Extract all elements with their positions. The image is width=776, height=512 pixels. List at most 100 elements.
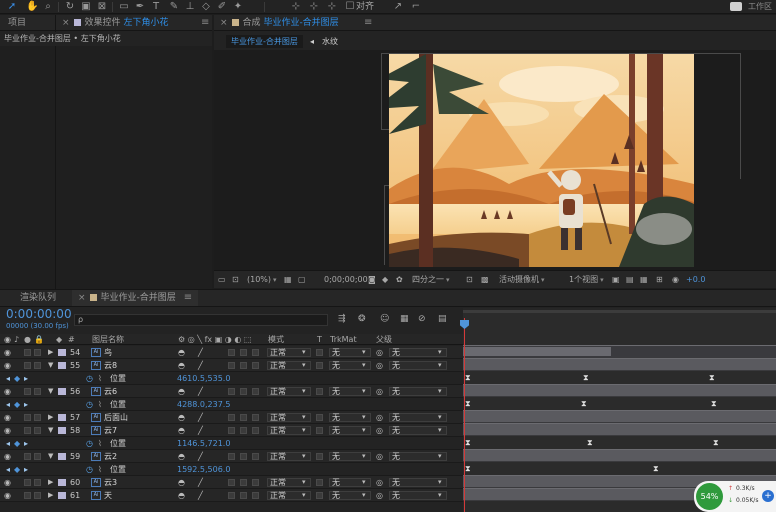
label-color-swatch[interactable] bbox=[58, 479, 66, 486]
switch-box[interactable] bbox=[240, 492, 247, 499]
preserve-transparency-toggle[interactable] bbox=[316, 492, 323, 499]
layer-row[interactable]: ◉ ▶ 60 Ai 云3 ◓ ╱ 正常 ▾ 无 ▾ ◎ 无 ▾ bbox=[0, 476, 463, 489]
snap-checkbox-icon[interactable]: ☐ bbox=[344, 1, 356, 13]
keyframe-marker-icon[interactable]: ⧗ bbox=[713, 438, 719, 447]
pan-behind-tool-icon[interactable]: ⊠ bbox=[96, 1, 108, 13]
switch-box[interactable] bbox=[252, 414, 259, 421]
solo-toggle[interactable] bbox=[24, 362, 31, 369]
next-keyframe-icon[interactable]: ▸ bbox=[24, 463, 28, 476]
shy-switch-icon[interactable]: ◓ bbox=[178, 411, 185, 424]
switch-box[interactable] bbox=[252, 362, 259, 369]
lock-toggle[interactable] bbox=[34, 427, 41, 434]
add-keyframe-icon[interactable]: ◆ bbox=[14, 398, 20, 411]
viewer-timecode[interactable]: 0;00;00;00 bbox=[324, 271, 368, 289]
property-value[interactable]: 4288.0,237.5 bbox=[177, 398, 230, 411]
graph-icon[interactable]: ⌇ bbox=[98, 463, 102, 476]
shy-switch-icon[interactable]: ◓ bbox=[178, 359, 185, 372]
quality-switch-icon[interactable]: ╱ bbox=[198, 450, 203, 463]
visibility-eye-icon[interactable]: ◉ bbox=[4, 489, 11, 502]
graph-icon[interactable]: ⌇ bbox=[98, 398, 102, 411]
flowchart-icon[interactable]: ⊞ bbox=[656, 271, 663, 289]
show-snapshot-icon[interactable]: ◆ bbox=[382, 271, 388, 289]
property-row[interactable]: ◂ ◆ ▸ ◷ ⌇ 位置 4610.5,535.0 bbox=[0, 372, 463, 385]
keyframe-marker-icon[interactable]: ⧗ bbox=[583, 373, 589, 382]
shy-switch-icon[interactable]: ◓ bbox=[178, 476, 185, 489]
solo-toggle[interactable] bbox=[24, 349, 31, 356]
layer-row[interactable]: ◉ ▶ 61 Ai 天 ◓ ╱ 正常 ▾ 无 ▾ ◎ 无 ▾ bbox=[0, 489, 463, 502]
roto-brush-tool-icon[interactable]: ✐ bbox=[216, 1, 228, 13]
layer-name[interactable]: 云3 bbox=[104, 476, 117, 489]
switch-box[interactable] bbox=[252, 427, 259, 434]
brush-tool-icon[interactable]: ✎ bbox=[168, 1, 180, 13]
layer-name[interactable]: 鸟 bbox=[104, 346, 112, 359]
panel-menu-icon[interactable]: ≡ bbox=[201, 15, 209, 31]
axis-view-icon[interactable]: ⊹ bbox=[326, 1, 338, 13]
label-color-swatch[interactable] bbox=[58, 414, 66, 421]
switch-box[interactable] bbox=[240, 388, 247, 395]
solo-toggle[interactable] bbox=[24, 479, 31, 486]
exposure-reset-icon[interactable]: ◉ bbox=[672, 271, 679, 289]
network-monitor-widget[interactable]: 54% ↑ 0.3K/s ↓ 0.05K/s + bbox=[694, 481, 776, 512]
layer-row[interactable]: ◉ ▼ 58 Ai 云7 ◓ ╱ 正常 ▾ 无 ▾ ◎ 无 ▾ bbox=[0, 424, 463, 437]
layer-name[interactable]: 后面山 bbox=[104, 411, 128, 424]
layer-row[interactable]: ◉ ▶ 57 Ai 后面山 ◓ ╱ 正常 ▾ 无 ▾ ◎ 无 ▾ bbox=[0, 411, 463, 424]
expand-closed-icon[interactable]: ▶ bbox=[48, 489, 53, 502]
next-keyframe-icon[interactable]: ▸ bbox=[24, 372, 28, 385]
visibility-eye-icon[interactable]: ◉ bbox=[4, 385, 11, 398]
stopwatch-icon[interactable]: ◷ bbox=[86, 463, 93, 476]
zoom-tool-icon[interactable]: ⌕ bbox=[42, 1, 54, 13]
visibility-eye-icon[interactable]: ◉ bbox=[4, 476, 11, 489]
layer-duration-bar-segment[interactable] bbox=[463, 347, 611, 356]
camera-tool-icon[interactable]: ▣ bbox=[80, 1, 92, 13]
quality-switch-icon[interactable]: ╱ bbox=[198, 385, 203, 398]
prev-keyframe-icon[interactable]: ◂ bbox=[6, 437, 10, 450]
next-keyframe-icon[interactable]: ▸ bbox=[24, 437, 28, 450]
preserve-transparency-toggle[interactable] bbox=[316, 427, 323, 434]
composition-viewer[interactable] bbox=[214, 50, 776, 270]
views-dropdown[interactable]: 1个视图 ▾ bbox=[569, 271, 604, 289]
property-track[interactable]: ⧗ ⧗ ⧗ bbox=[463, 436, 776, 449]
prev-keyframe-icon[interactable]: ◂ bbox=[6, 372, 10, 385]
keyframe-marker-icon[interactable]: ⧗ bbox=[465, 373, 471, 382]
trkmat-header[interactable]: TrkMat bbox=[330, 333, 357, 346]
keyframe-marker-icon[interactable]: ⧗ bbox=[465, 399, 471, 408]
pickwhip-icon[interactable]: ◎ bbox=[376, 476, 383, 489]
close-icon[interactable]: × bbox=[62, 18, 70, 28]
tab-render-queue[interactable]: 渲染队列 bbox=[20, 290, 56, 306]
panel-menu-icon[interactable]: ≡ bbox=[364, 15, 372, 31]
visibility-eye-icon[interactable]: ◉ bbox=[4, 411, 11, 424]
mode-header[interactable]: 模式 bbox=[268, 333, 284, 346]
layer-name[interactable]: 云7 bbox=[104, 424, 117, 437]
shy-layers-icon[interactable]: ☺ bbox=[380, 314, 389, 324]
preserve-transparency-toggle[interactable] bbox=[316, 479, 323, 486]
pickwhip-icon[interactable]: ◎ bbox=[376, 411, 383, 424]
motion-blur-icon[interactable]: ⊘ bbox=[418, 314, 426, 324]
shy-switch-icon[interactable]: ◓ bbox=[178, 489, 185, 502]
switch-box[interactable] bbox=[228, 414, 235, 421]
add-keyframe-icon[interactable]: ◆ bbox=[14, 437, 20, 450]
lock-toggle[interactable] bbox=[34, 362, 41, 369]
puppet-pin-tool-icon[interactable]: ✦ bbox=[232, 1, 244, 13]
switch-box[interactable] bbox=[228, 492, 235, 499]
switch-box[interactable] bbox=[252, 492, 259, 499]
timeline-toggle-icon[interactable]: ▦ bbox=[640, 271, 648, 289]
color-channel-icon[interactable]: ✿ bbox=[396, 271, 403, 289]
type-tool-icon[interactable]: T bbox=[150, 1, 162, 13]
property-value[interactable]: 4610.5,535.0 bbox=[177, 372, 230, 385]
camera-dropdown[interactable]: 活动摄像机 ▾ bbox=[499, 271, 545, 289]
snap-option-2-icon[interactable]: ⌐ bbox=[410, 1, 422, 13]
pen-tool-icon[interactable]: ✒ bbox=[134, 1, 146, 13]
pickwhip-icon[interactable]: ◎ bbox=[376, 346, 383, 359]
label-color-swatch[interactable] bbox=[58, 388, 66, 395]
preserve-transparency-toggle[interactable] bbox=[316, 349, 323, 356]
prev-keyframe-icon[interactable]: ◂ bbox=[6, 398, 10, 411]
switch-box[interactable] bbox=[240, 414, 247, 421]
keyframe-marker-icon[interactable]: ⧗ bbox=[587, 438, 593, 447]
property-row[interactable]: ◂ ◆ ▸ ◷ ⌇ 位置 1592.5,506.0 bbox=[0, 463, 463, 476]
switch-box[interactable] bbox=[240, 453, 247, 460]
panel-menu-icon[interactable]: ≡ bbox=[184, 292, 192, 303]
preserve-transparency-toggle[interactable] bbox=[316, 414, 323, 421]
pickwhip-icon[interactable]: ◎ bbox=[376, 385, 383, 398]
next-keyframe-icon[interactable]: ▸ bbox=[24, 398, 28, 411]
lock-toggle[interactable] bbox=[34, 479, 41, 486]
